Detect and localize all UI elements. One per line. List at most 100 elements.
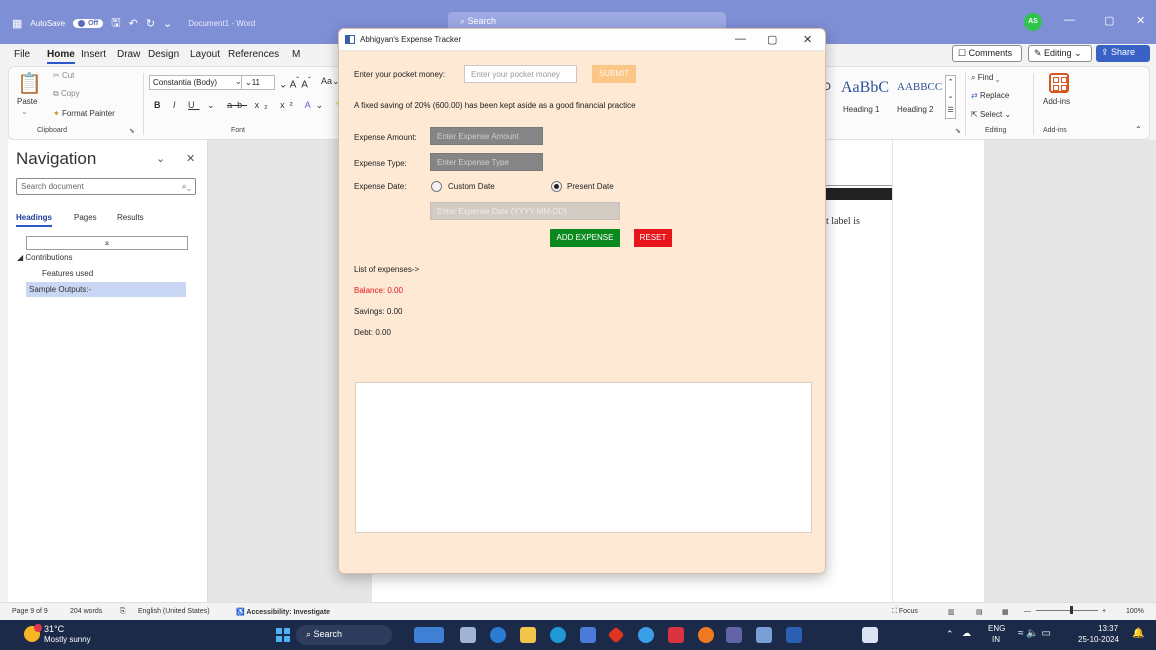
word-taskbar-icon[interactable] (786, 627, 802, 643)
nav-heading-contributions[interactable]: ◢ Contributions (17, 253, 73, 262)
find-button[interactable]: ⌕ Find ⌄ (971, 73, 999, 83)
web-layout-icon[interactable]: ▦ (1002, 608, 1009, 616)
tab-design[interactable]: Design (148, 49, 179, 60)
paste-options-icon[interactable]: ⌄ (21, 107, 28, 116)
tab-layout[interactable]: Layout (190, 49, 220, 60)
save-icon[interactable]: 🖫 (111, 14, 120, 33)
custom-date-label[interactable]: Custom Date (448, 182, 495, 191)
task-view-icon[interactable] (460, 627, 476, 643)
comments-button[interactable]: ☐ Comments (952, 45, 1022, 62)
embedded-screenshot-image[interactable] (826, 188, 892, 200)
paste-icon[interactable]: 📋 (17, 71, 42, 96)
focus-mode-button[interactable]: ⛶ Focus (892, 608, 918, 616)
redo-icon[interactable]: ↻ (146, 17, 155, 30)
select-button[interactable]: ⇱ Select ⌄ (971, 110, 1011, 119)
expense-amount-input[interactable] (430, 127, 543, 145)
nav-tab-headings[interactable]: Headings (16, 213, 53, 227)
zoom-out-icon[interactable]: — (1024, 608, 1031, 615)
git-icon[interactable] (607, 626, 625, 644)
add-ins-icon[interactable] (1049, 73, 1069, 93)
weather-condition[interactable]: Mostly sunny (44, 635, 91, 644)
zoom-in-icon[interactable]: + (1102, 608, 1106, 615)
styles-launcher-icon[interactable]: ⬊ (955, 127, 961, 135)
network-volume-battery-icons[interactable]: ≈ 🔈 ▭ (1018, 628, 1051, 639)
copilot-icon[interactable] (490, 627, 506, 643)
heading-drag-handle[interactable]: ⌅ (26, 236, 188, 250)
close-icon[interactable]: ✕ (1136, 14, 1145, 27)
tab-home[interactable]: Home (47, 49, 75, 64)
font-size-controls[interactable]: ⌄ Aˆ Aˇ (279, 75, 311, 90)
file-explorer-icon[interactable] (520, 627, 536, 643)
close-icon[interactable]: ✕ (803, 33, 812, 46)
submit-button[interactable]: SUBMIT (592, 65, 636, 83)
editing-mode-button[interactable]: ✎ Editing ⌄ (1028, 45, 1092, 62)
read-mode-icon[interactable]: ▥ (948, 608, 955, 616)
custom-date-radio[interactable] (431, 181, 442, 192)
zoom-slider-track[interactable] (1036, 610, 1098, 611)
taskbar-search[interactable]: ⌕ Search (296, 625, 392, 645)
nav-tab-results[interactable]: Results (117, 213, 144, 222)
add-ins-button[interactable]: Add-ins (1043, 97, 1070, 106)
print-layout-icon[interactable]: ▤ (976, 608, 983, 616)
restore-icon[interactable]: ▢ (1104, 14, 1114, 27)
styles-gallery-scroll[interactable]: ⌃ ⌄ ☰ (945, 75, 956, 119)
share-button[interactable]: ⇪ Share ⌄ (1096, 45, 1150, 68)
autosave-toggle[interactable]: Off (73, 19, 104, 28)
paste-button[interactable]: Paste (17, 97, 37, 106)
clock-time[interactable]: 13:37 (1098, 624, 1118, 633)
collapse-ribbon-icon[interactable]: ⌃ (1135, 125, 1142, 134)
cut-button[interactable]: ✂ Cut (53, 71, 74, 80)
word-count[interactable]: 204 words (70, 608, 102, 615)
change-case-button[interactable]: Aa⌄ (321, 76, 340, 87)
nav-heading-sample-outputs[interactable]: Sample Outputs:- (26, 282, 186, 297)
font-name-select[interactable]: Constantia (Body) (149, 75, 244, 90)
widgets-icon[interactable] (414, 627, 444, 643)
outlook-icon[interactable] (756, 627, 772, 643)
undo-icon[interactable]: ↶ (129, 17, 138, 30)
start-icon[interactable] (276, 628, 290, 642)
teams-icon[interactable] (726, 627, 742, 643)
format-painter-button[interactable]: ✦ Format Painter (53, 109, 115, 118)
notification-bell-icon[interactable]: 🔔 (1132, 628, 1144, 639)
replace-button[interactable]: ⇄ Replace (971, 91, 1009, 100)
nav-search-input[interactable]: Search document ⌕⌄ (16, 178, 196, 195)
minimize-icon[interactable]: — (1064, 14, 1075, 26)
font-size-select[interactable]: ⌄11 (241, 75, 275, 90)
nav-tab-pages[interactable]: Pages (74, 213, 97, 222)
clipboard-launcher-icon[interactable]: ⬊ (129, 127, 135, 135)
copy-button[interactable]: ⧉ Copy (53, 89, 80, 99)
clock-date[interactable]: 25-10-2024 (1078, 635, 1119, 644)
expense-date-input[interactable] (430, 202, 620, 220)
weather-temperature[interactable]: 31°C (44, 624, 64, 634)
zoom-slider-thumb[interactable] (1070, 606, 1073, 614)
expense-list-box[interactable] (355, 382, 812, 533)
nav-heading-features-used[interactable]: Features used (42, 269, 93, 278)
input-region[interactable]: IN (992, 635, 1000, 644)
expense-tracker-taskbar-icon[interactable] (862, 627, 878, 643)
show-hidden-icons-icon[interactable]: ⌃ (946, 629, 954, 640)
tab-file[interactable]: File (14, 49, 30, 60)
style-heading-1[interactable]: AaBbC (841, 79, 889, 97)
maximize-icon[interactable]: ▢ (767, 33, 777, 46)
nav-close-icon[interactable]: ✕ (186, 152, 195, 165)
proofing-icon[interactable]: ⎘ (120, 608, 126, 616)
python-icon[interactable] (638, 627, 654, 643)
tab-references[interactable]: References (228, 49, 279, 60)
page-count[interactable]: Page 9 of 9 (12, 608, 48, 615)
edge-browser-icon[interactable] (550, 627, 566, 643)
nav-options-icon[interactable]: ⌄ (156, 152, 165, 165)
pocket-money-input[interactable] (464, 65, 577, 83)
accessibility-checker[interactable]: ♿ Accessibility: Investigate (236, 608, 330, 616)
tab-draw[interactable]: Draw (117, 49, 140, 60)
onedrive-icon[interactable]: ☁ (962, 628, 971, 639)
store-icon[interactable] (580, 627, 596, 643)
language-indicator[interactable]: English (United States) (138, 608, 210, 615)
present-date-label[interactable]: Present Date (567, 182, 614, 191)
tab-mailings[interactable]: M (292, 49, 300, 60)
expense-type-input[interactable] (430, 153, 543, 171)
font-format-buttons[interactable]: B I U ⌄ ab x₂ x² A⌄ ✎⌄ (154, 100, 361, 111)
minimize-icon[interactable]: — (735, 33, 746, 45)
customize-toolbar-icon[interactable]: ⌄ (163, 17, 172, 30)
chrome-icon[interactable] (698, 627, 714, 643)
tab-insert[interactable]: Insert (81, 49, 106, 60)
